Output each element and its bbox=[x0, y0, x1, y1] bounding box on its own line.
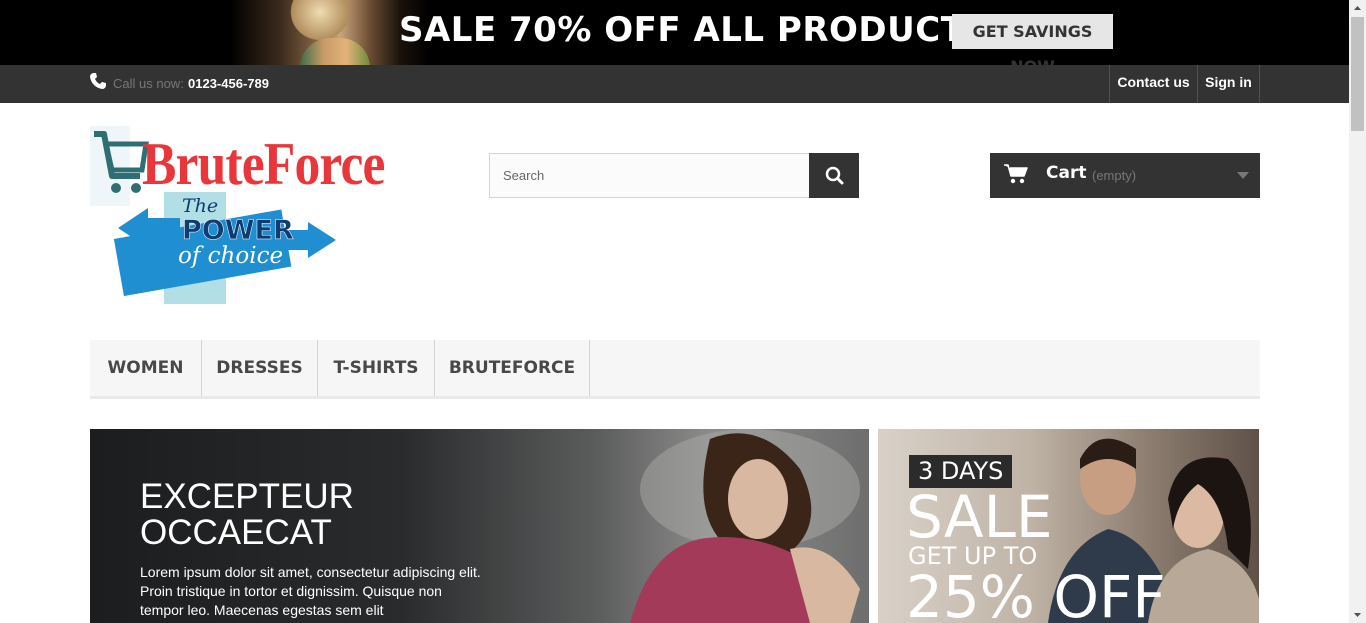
scrollbar-thumb[interactable] bbox=[1351, 17, 1364, 131]
search-input[interactable] bbox=[489, 153, 810, 198]
sign-in-link[interactable]: Sign in bbox=[1197, 65, 1260, 103]
scroll-up-arrow-icon[interactable] bbox=[1349, 0, 1366, 17]
menu-item-women[interactable]: WOMEN bbox=[90, 340, 202, 396]
slide-title: EXCEPTEUR OCCAECAT bbox=[140, 479, 540, 551]
logo-text: BruteForce bbox=[142, 131, 385, 197]
search-button[interactable] bbox=[809, 153, 859, 198]
cart-button[interactable]: Cart (empty) bbox=[990, 153, 1260, 198]
scroll-down-arrow-icon[interactable] bbox=[1349, 606, 1366, 623]
logo-tagline-choice: of choice bbox=[178, 243, 283, 269]
menu-item-t-shirts[interactable]: T-SHIRTS bbox=[318, 340, 435, 396]
chevron-down-icon bbox=[1237, 172, 1249, 179]
get-savings-button[interactable]: GET SAVINGS NOW bbox=[952, 14, 1113, 65]
call-us-label: Call us now: bbox=[113, 76, 184, 91]
banner-title: SALE 70% OFF ALL PRODUCTS bbox=[399, 10, 990, 50]
homepage-slider[interactable]: EXCEPTEUR OCCAECAT Lorem ipsum dolor sit… bbox=[90, 429, 869, 623]
search-icon bbox=[825, 166, 844, 185]
site-logo[interactable]: The POWER of choice BruteForce bbox=[90, 126, 435, 306]
phone-icon bbox=[90, 73, 106, 89]
menu-item-bruteforce[interactable]: BRUTEFORCE bbox=[435, 340, 590, 396]
banner-model-head bbox=[290, 0, 350, 40]
sale-promo-banner[interactable]: 3 DAYS SALE GET UP TO 25% OFF bbox=[878, 429, 1259, 623]
cart-icon bbox=[1004, 164, 1028, 184]
top-navbar: Call us now: 0123-456-789 Contact us Sig… bbox=[0, 65, 1349, 103]
banner-model-body bbox=[300, 38, 370, 65]
promo-sale-text: SALE bbox=[906, 483, 1053, 551]
promo-discount-text: 25% OFF bbox=[906, 563, 1166, 623]
phone-number: 0123-456-789 bbox=[188, 76, 269, 91]
logo-tagline-power: POWER bbox=[182, 215, 294, 246]
menu-item-dresses[interactable]: DRESSES bbox=[202, 340, 318, 396]
slide-title-line-2: OCCAECAT bbox=[140, 513, 332, 552]
top-promo-banner[interactable]: SALE 70% OFF ALL PRODUCTS GET SAVINGS NO… bbox=[0, 0, 1349, 65]
slider-model-image bbox=[630, 429, 860, 623]
page-scrollbar[interactable] bbox=[1349, 0, 1366, 623]
contact-us-link[interactable]: Contact us bbox=[1109, 65, 1197, 103]
slide-description: Lorem ipsum dolor sit amet, consectetur … bbox=[140, 564, 481, 618]
cart-status: (empty) bbox=[1092, 168, 1137, 183]
slide-title-line-1: EXCEPTEUR bbox=[140, 477, 354, 516]
main-menu: WOMEN DRESSES T-SHIRTS BRUTEFORCE bbox=[90, 340, 1260, 399]
cart-label: Cart bbox=[1046, 163, 1087, 183]
